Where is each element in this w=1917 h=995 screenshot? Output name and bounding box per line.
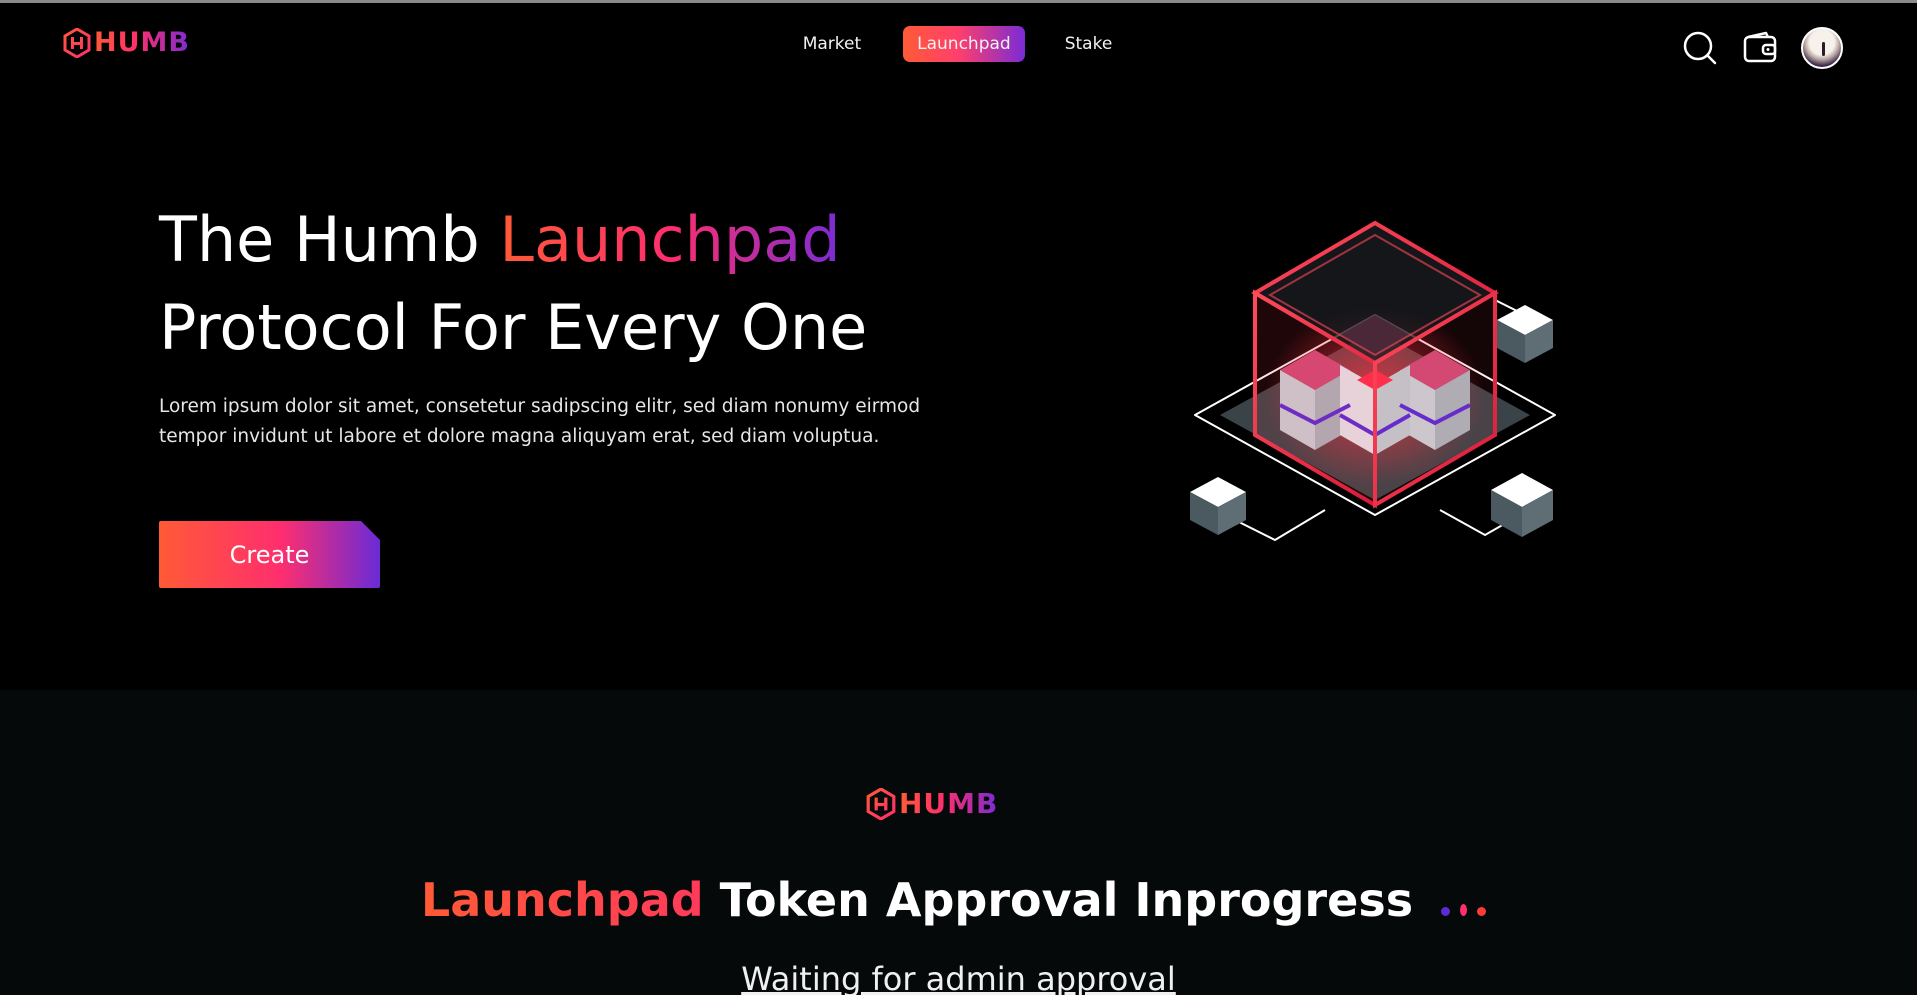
blockchain-cube-illustration — [1190, 220, 1556, 542]
nav-stake[interactable]: Stake — [1051, 26, 1127, 62]
humb-logo-icon — [866, 787, 896, 820]
wallet-icon[interactable] — [1741, 29, 1779, 67]
hero-title-highlight: Launchpad — [499, 203, 841, 276]
header-actions — [1681, 27, 1843, 69]
hero-title-part1: The Humb — [159, 203, 500, 276]
approval-title-rest: Token Approval Inprogress — [703, 873, 1414, 927]
small-cube-bl — [1190, 477, 1246, 535]
main-nav: Market Launchpad Stake — [0, 26, 1917, 62]
create-button[interactable]: Create — [159, 521, 380, 588]
hero-description: Lorem ipsum dolor sit amet, consetetur s… — [159, 396, 921, 447]
search-icon[interactable] — [1681, 29, 1719, 67]
small-cube-tr — [1497, 305, 1553, 363]
hero-title: The Humb Launchpad Protocol For Every On… — [159, 196, 959, 372]
nav-market[interactable]: Market — [789, 26, 875, 62]
waiting-approval-text: Waiting for admin approval — [741, 960, 1176, 995]
loading-dot — [1441, 907, 1451, 916]
section-logo-text: HUMB — [899, 787, 999, 820]
approval-status-title: Launchpad Token Approval Inprogress — [0, 870, 1917, 930]
loading-dot — [1460, 904, 1468, 916]
avatar[interactable] — [1801, 27, 1843, 69]
approval-title-highlight: Launchpad — [420, 873, 704, 927]
loading-dot — [1477, 907, 1487, 916]
section-logo: HUMB — [866, 787, 998, 820]
approval-section: HUMB Launchpad Token Approval Inprogress… — [0, 690, 1917, 995]
nav-launchpad[interactable]: Launchpad — [903, 26, 1025, 62]
hero-title-line2: Protocol For Every One — [159, 291, 868, 364]
site-header: HUMB Market Launchpad Stake — [0, 3, 1917, 89]
loading-dots — [1441, 870, 1496, 930]
